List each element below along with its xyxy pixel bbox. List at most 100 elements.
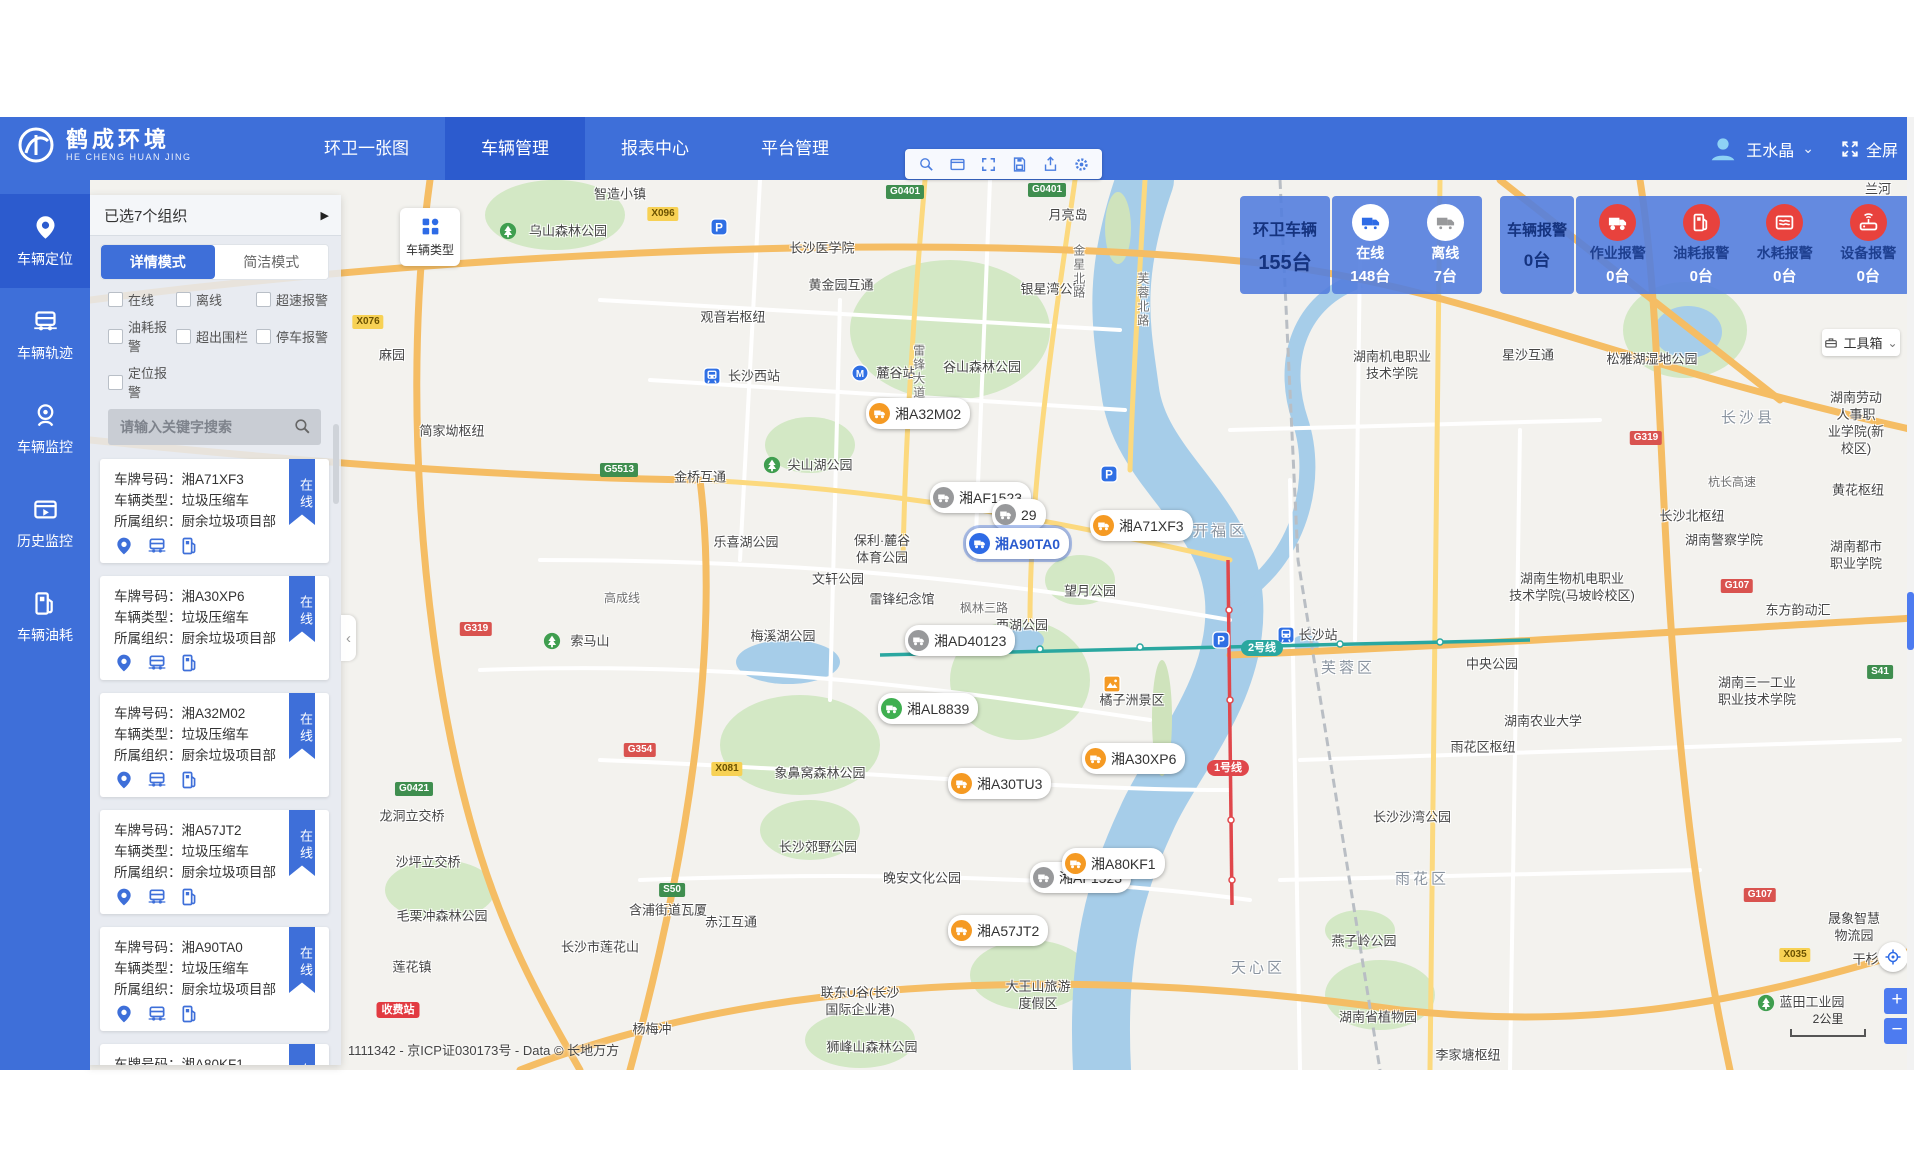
truck-icon bbox=[908, 630, 929, 651]
vehicle-marker[interactable]: 湘A32M02 bbox=[866, 398, 970, 429]
track-vehicle-icon[interactable] bbox=[147, 770, 167, 790]
search-icon[interactable] bbox=[293, 417, 312, 436]
overview-icon[interactable] bbox=[944, 152, 970, 176]
sidebar-item-label: 历史监控 bbox=[17, 531, 73, 551]
vehicle-marker[interactable]: 湘A30TU3 bbox=[948, 768, 1051, 799]
track-vehicle-icon[interactable] bbox=[147, 653, 167, 673]
vehicle-card[interactable]: 车牌号码：湘A71XF3 车辆类型：垃圾压缩车 所属组织：厨余垃圾项目部 在线 bbox=[100, 459, 329, 563]
scale-line bbox=[1790, 1029, 1866, 1037]
checkbox-box[interactable] bbox=[108, 329, 123, 344]
locate-vehicle-icon[interactable] bbox=[114, 653, 134, 673]
filter-checkbox[interactable]: 油耗报警 bbox=[108, 317, 176, 355]
type-value: 垃圾压缩车 bbox=[182, 493, 250, 508]
vehicle-marker[interactable]: 湘AL8839 bbox=[878, 693, 978, 724]
checkbox-box[interactable] bbox=[256, 329, 271, 344]
vehicle-marker[interactable]: 湘A57JT2 bbox=[948, 915, 1048, 946]
vehicle-marker[interactable]: 湘A90TA0 bbox=[966, 528, 1069, 559]
filter-checkbox[interactable]: 在线 bbox=[108, 290, 176, 309]
fuel-vehicle-icon[interactable] bbox=[180, 887, 200, 907]
sidebar-item-icon bbox=[32, 402, 59, 429]
online-label: 在线 bbox=[1356, 243, 1384, 263]
plate-value: 湘A30XP6 bbox=[182, 589, 245, 604]
vehicle-card[interactable]: 车牌号码：湘A80KF1 车辆类型：垃圾压缩车 所属组织：厨余垃圾项目部 在线 bbox=[100, 1044, 329, 1065]
filter-label: 超出围栏 bbox=[196, 327, 248, 346]
track-vehicle-icon[interactable] bbox=[147, 1004, 167, 1024]
filter-checkbox[interactable]: 超出围栏 bbox=[176, 317, 256, 355]
vehicle-card[interactable]: 车牌号码：湘A57JT2 车辆类型：垃圾压缩车 所属组织：厨余垃圾项目部 在线 bbox=[100, 810, 329, 914]
nav-item-vehicle-management[interactable]: 车辆管理 bbox=[445, 117, 585, 180]
alarm-icon bbox=[1599, 204, 1636, 241]
search-input[interactable] bbox=[108, 409, 321, 445]
org-selector[interactable]: 已选7个组织 ▶ bbox=[88, 195, 341, 236]
vehicle-marker[interactable]: 湘AD40123 bbox=[905, 625, 1015, 656]
marker-plate: 湘A32M02 bbox=[895, 404, 961, 424]
vehicle-marker[interactable]: 湘A71XF3 bbox=[1090, 510, 1193, 541]
settings-icon[interactable] bbox=[1068, 152, 1094, 176]
filter-checkboxes: 在线 离线 超速报警 油耗报警 超出围栏 停车报警 bbox=[88, 280, 341, 401]
export-icon[interactable] bbox=[1037, 152, 1063, 176]
stat-total-value: 155台 bbox=[1258, 246, 1311, 275]
fuel-vehicle-icon[interactable] bbox=[180, 770, 200, 790]
nav-item-overview-map[interactable]: 环卫一张图 bbox=[288, 117, 445, 180]
sidebar-item-vehicle-location[interactable]: 车辆定位 bbox=[0, 194, 90, 288]
org-value: 厨余垃圾项目部 bbox=[182, 631, 277, 646]
marker-plate: 湘A80KF1 bbox=[1091, 854, 1156, 874]
track-vehicle-icon[interactable] bbox=[147, 887, 167, 907]
vehicle-card[interactable]: 车牌号码：湘A32M02 车辆类型：垃圾压缩车 所属组织：厨余垃圾项目部 在线 bbox=[100, 693, 329, 797]
mode-tabs: 详情模式简洁模式 bbox=[100, 244, 329, 280]
toolbox-button[interactable]: 工具箱 ⌄ bbox=[1822, 329, 1900, 356]
truck-icon bbox=[951, 773, 972, 794]
device-alarm: 设备报警 0台 bbox=[1840, 204, 1896, 294]
truck-icon bbox=[1085, 748, 1106, 769]
filter-checkbox[interactable]: 超速报警 bbox=[256, 290, 341, 309]
page-scrollbar-thumb[interactable] bbox=[1907, 592, 1914, 650]
search-box bbox=[108, 409, 321, 445]
panel-scrollbar[interactable] bbox=[333, 424, 339, 504]
checkbox-box[interactable] bbox=[108, 292, 123, 307]
vehicle-marker[interactable]: 29 bbox=[992, 499, 1046, 530]
tab-simple-mode[interactable]: 简洁模式 bbox=[215, 245, 329, 279]
vehicle-marker[interactable]: 湘A30XP6 bbox=[1082, 743, 1185, 774]
locate-vehicle-icon[interactable] bbox=[114, 536, 134, 556]
vehicle-type-button[interactable]: 车辆类型 bbox=[400, 208, 460, 266]
org-label: 所属组织： bbox=[114, 865, 182, 880]
map-canvas[interactable]: 智造小镇乌山森林公园长沙医学院黄金园互通月亮岛银星湾公园观音岩枢纽麻园星沙互通湖… bbox=[90, 180, 1914, 1070]
map-toolbar bbox=[905, 149, 1102, 179]
fuel-vehicle-icon[interactable] bbox=[180, 1004, 200, 1024]
user-menu[interactable]: 王水晶 ⌄ bbox=[1708, 134, 1814, 164]
filter-checkbox[interactable]: 离线 bbox=[176, 290, 256, 309]
measure-icon[interactable] bbox=[913, 152, 939, 176]
sidebar-item-history-monitor[interactable]: 历史监控 bbox=[0, 476, 90, 570]
nav-item-platform-management[interactable]: 平台管理 bbox=[725, 117, 865, 180]
filter-checkbox[interactable]: 定位报警 bbox=[108, 363, 176, 401]
nav-item-report-center[interactable]: 报表中心 bbox=[585, 117, 725, 180]
vehicle-card[interactable]: 车牌号码：湘A30XP6 车辆类型：垃圾压缩车 所属组织：厨余垃圾项目部 在线 bbox=[100, 576, 329, 680]
save-icon[interactable] bbox=[1006, 152, 1032, 176]
expand-icon[interactable] bbox=[975, 152, 1001, 176]
checkbox-box[interactable] bbox=[176, 292, 191, 307]
vehicle-card[interactable]: 车牌号码：湘A90TA0 车辆类型：垃圾压缩车 所属组织：厨余垃圾项目部 在线 bbox=[100, 927, 329, 1031]
track-vehicle-icon[interactable] bbox=[147, 536, 167, 556]
locate-vehicle-icon[interactable] bbox=[114, 887, 134, 907]
locate-vehicle-icon[interactable] bbox=[114, 770, 134, 790]
locate-button[interactable] bbox=[1878, 942, 1908, 972]
vehicle-marker[interactable]: 湘A80KF1 bbox=[1062, 848, 1165, 879]
tab-detail-mode[interactable]: 详情模式 bbox=[101, 245, 215, 279]
chevron-right-icon: ▶ bbox=[321, 209, 329, 222]
sidebar-item-vehicle-fuel[interactable]: 车辆油耗 bbox=[0, 570, 90, 664]
sidebar-item-vehicle-monitor[interactable]: 车辆监控 bbox=[0, 382, 90, 476]
panel-collapse-handle[interactable]: ‹ bbox=[341, 615, 356, 661]
org-value: 厨余垃圾项目部 bbox=[182, 865, 277, 880]
checkbox-box[interactable] bbox=[108, 375, 123, 390]
checkbox-box[interactable] bbox=[176, 329, 191, 344]
fullscreen-button[interactable]: 全屏 bbox=[1840, 137, 1898, 161]
alarm-icon bbox=[1683, 204, 1720, 241]
sidebar-item-vehicle-track[interactable]: 车辆轨迹 bbox=[0, 288, 90, 382]
fuel-vehicle-icon[interactable] bbox=[180, 536, 200, 556]
filter-checkbox[interactable]: 停车报警 bbox=[256, 317, 341, 355]
checkbox-box[interactable] bbox=[256, 292, 271, 307]
alarm-icon bbox=[1766, 204, 1803, 241]
locate-vehicle-icon[interactable] bbox=[114, 1004, 134, 1024]
fuel-vehicle-icon[interactable] bbox=[180, 653, 200, 673]
page-scrollbar[interactable] bbox=[1907, 117, 1914, 1070]
